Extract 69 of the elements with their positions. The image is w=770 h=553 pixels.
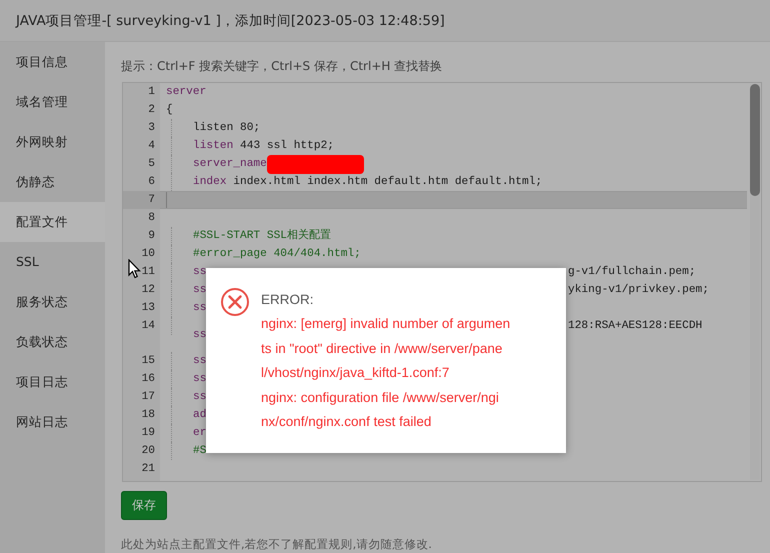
line-number: 9 <box>148 230 155 242</box>
sidebar-item[interactable]: 服务状态 <box>0 282 105 322</box>
code-token: { <box>166 102 173 118</box>
code-token: listen 80; <box>193 120 260 136</box>
code-token: ss <box>193 354 206 369</box>
code-token: 443 ssl http2; <box>239 138 334 154</box>
code-token: ss <box>193 265 206 280</box>
line-number: 16 <box>142 373 155 385</box>
footnote-text: 此处为站点主配置文件,若您不了解配置规则,请勿随意修改. <box>121 537 433 552</box>
line-number: 4 <box>148 140 155 152</box>
save-button[interactable]: 保存 <box>121 491 167 520</box>
line-number: 1 <box>148 86 155 98</box>
sidebar-item[interactable]: 外网映射 <box>0 122 105 162</box>
sidebar-item[interactable]: 伪静态 <box>0 162 105 202</box>
line-number: 17 <box>142 391 155 403</box>
code-editor[interactable] <box>122 82 762 482</box>
error-icon <box>220 287 250 317</box>
line-number: 21 <box>142 463 155 475</box>
code-token: listen <box>193 138 234 154</box>
sidebar-item[interactable]: 负载状态 <box>0 322 105 362</box>
line-number: 14 <box>142 320 155 332</box>
error-message-line: ts in "root" directive in /www/server/pane <box>261 340 504 358</box>
line-number: 20 <box>142 445 155 457</box>
sidebar-item[interactable]: 域名管理 <box>0 82 105 122</box>
code-token: index.html index.htm default.htm default.html; <box>232 174 542 190</box>
line-number: 18 <box>142 409 155 421</box>
code-token: 128:RSA+AES128:EECDH <box>568 320 702 332</box>
line-number: 12 <box>142 284 155 296</box>
code-token: #S <box>193 444 206 459</box>
line-number: 11 <box>142 266 155 278</box>
code-token: server <box>166 85 206 100</box>
code-token: er <box>193 426 206 441</box>
error-message-line: nginx: [emerg] invalid number of argumen <box>261 315 510 333</box>
window-title: JAVA项目管理-[ surveyking-v1 ]，添加时间[2023-05-03 12:48:59] <box>16 12 445 30</box>
sidebar-item[interactable]: SSL <box>0 242 105 282</box>
code-token: #error_page 404/404.html; <box>193 246 361 262</box>
code-token: ss <box>193 301 206 316</box>
code-token: index <box>193 174 227 190</box>
code-token: g-v1/fullchain.pem; <box>568 266 696 278</box>
line-number: 15 <box>142 355 155 367</box>
line-number: 2 <box>148 104 155 116</box>
text-cursor <box>166 192 167 208</box>
line-number: 10 <box>142 248 155 260</box>
sidebar-item[interactable]: 网站日志 <box>0 402 105 442</box>
line-number: 5 <box>148 158 155 170</box>
code-token: ss <box>193 390 206 405</box>
error-message-line: nginx: configuration file /www/server/ngi <box>261 388 500 407</box>
code-token: #SSL-START SSL相关配置 <box>193 228 331 244</box>
code-token: ss <box>193 328 206 342</box>
code-token: ad <box>193 408 206 423</box>
error-message-line: l/vhost/nginx/java_kiftd-1.conf:7 <box>261 364 450 382</box>
error-message-line: nx/conf/nginx.conf test failed <box>261 413 432 431</box>
code-token: ss <box>193 283 206 298</box>
sidebar-item[interactable]: 项目日志 <box>0 362 105 402</box>
scrollbar[interactable] <box>750 84 760 480</box>
line-number: 3 <box>148 122 155 134</box>
code-token: ss <box>193 372 206 387</box>
line-number: 8 <box>148 212 155 224</box>
code-token: yking-v1/privkey.pem; <box>568 284 709 296</box>
sidebar-item[interactable]: 配置文件 <box>0 202 105 242</box>
mouse-pointer-icon <box>128 259 141 279</box>
hint-text: 提示：Ctrl+F 搜索关键字，Ctrl+S 保存，Ctrl+H 查找替换 <box>121 59 444 73</box>
line-number: 19 <box>142 427 155 439</box>
line-number: 13 <box>142 302 155 314</box>
line-number: 6 <box>148 176 155 188</box>
sidebar-item[interactable]: 项目信息 <box>0 42 105 82</box>
error-heading: ERROR: <box>261 291 315 309</box>
code-token: server_name <box>193 157 267 172</box>
line-number: 7 <box>148 194 155 206</box>
